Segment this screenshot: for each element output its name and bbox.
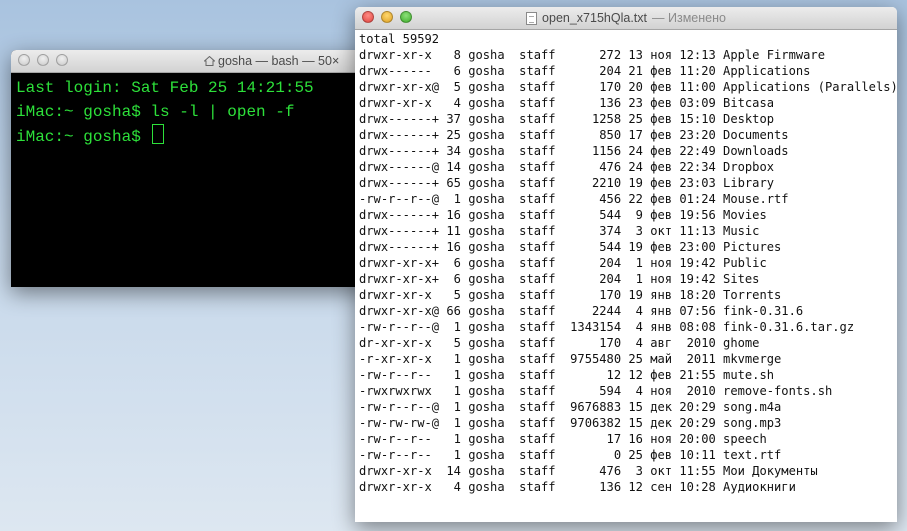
- listing-row: drwx------+ 11 gosha staff 374 3 окт 11:…: [359, 224, 760, 238]
- terminal-line-prompt: iMac:~ gosha$: [16, 124, 366, 149]
- listing-row: drwxr-xr-x 8 gosha staff 272 13 ноя 12:1…: [359, 48, 825, 62]
- listing-row: -rw-rw-rw-@ 1 gosha staff 9706382 15 дек…: [359, 416, 782, 430]
- close-icon[interactable]: [362, 11, 374, 23]
- document-text-area[interactable]: total 59592 drwxr-xr-x 8 gosha staff 272 …: [355, 30, 897, 496]
- listing-row: drwx------ 6 gosha staff 204 21 фев 11:2…: [359, 64, 811, 78]
- listing-row: -rw-r--r--@ 1 gosha staff 1343154 4 янв …: [359, 320, 855, 334]
- document-edited-status: — Изменено: [652, 11, 726, 25]
- listing-row: drwx------+ 37 gosha staff 1258 25 фев 1…: [359, 112, 775, 126]
- listing-row: drwxr-xr-x 4 gosha staff 136 12 сен 10:2…: [359, 480, 796, 494]
- terminal-window-controls: [18, 54, 68, 66]
- terminal-line-login: Last login: Sat Feb 25 14:21:55: [16, 79, 314, 97]
- listing-total: total 59592: [359, 32, 440, 46]
- terminal-titlebar[interactable]: gosha — bash — 50×: [11, 50, 371, 73]
- zoom-icon[interactable]: [400, 11, 412, 23]
- listing-row: drwxr-xr-x 14 gosha staff 476 3 окт 11:5…: [359, 464, 818, 478]
- terminal-line-command: iMac:~ gosha$ ls -l | open -f: [16, 103, 295, 121]
- listing-row: drwx------+ 65 gosha staff 2210 19 фев 2…: [359, 176, 775, 190]
- textedit-window-controls: [362, 11, 412, 23]
- listing-row: -rw-r--r--@ 1 gosha staff 9676883 15 дек…: [359, 400, 782, 414]
- listing-row: drwxr-xr-x@ 66 gosha staff 2244 4 янв 07…: [359, 304, 804, 318]
- listing-row: dr-xr-xr-x 5 gosha staff 170 4 авг 2010 …: [359, 336, 760, 350]
- terminal-prompt: iMac:~ gosha$: [16, 128, 151, 146]
- listing-row: drwx------@ 14 gosha staff 476 24 фев 22…: [359, 160, 775, 174]
- listing-row: -rw-r--r-- 1 gosha staff 17 16 ноя 20:00…: [359, 432, 767, 446]
- listing-row: -rwxrwxrwx 1 gosha staff 594 4 ноя 2010 …: [359, 384, 833, 398]
- listing-rows: drwxr-xr-x 8 gosha staff 272 13 ноя 12:1…: [359, 47, 897, 495]
- listing-row: -rw-r--r--@ 1 gosha staff 456 22 фев 01:…: [359, 192, 789, 206]
- home-icon: [204, 56, 215, 66]
- textedit-title: open_x715hQla.txt — Изменено: [526, 7, 726, 29]
- zoom-icon[interactable]: [56, 54, 68, 66]
- terminal-cursor: [152, 124, 165, 144]
- listing-row: -rw-r--r-- 1 gosha staff 0 25 фев 10:11 …: [359, 448, 782, 462]
- terminal-title: gosha — bash — 50×: [204, 50, 339, 72]
- listing-row: drwxr-xr-x 4 gosha staff 136 23 фев 03:0…: [359, 96, 775, 110]
- minimize-icon[interactable]: [37, 54, 49, 66]
- terminal-title-text: gosha — bash — 50×: [218, 54, 340, 68]
- listing-row: drwx------+ 34 gosha staff 1156 24 фев 2…: [359, 144, 789, 158]
- listing-row: drwxr-xr-x+ 6 gosha staff 204 1 ноя 19:4…: [359, 256, 767, 270]
- terminal-output[interactable]: Last login: Sat Feb 25 14:21:55 iMac:~ go…: [11, 73, 371, 152]
- listing-row: drwxr-xr-x@ 5 gosha staff 170 20 фев 11:…: [359, 80, 897, 94]
- listing-row: drwxr-xr-x+ 6 gosha staff 204 1 ноя 19:4…: [359, 272, 760, 286]
- listing-row: drwx------+ 25 gosha staff 850 17 фев 23…: [359, 128, 789, 142]
- textedit-titlebar[interactable]: open_x715hQla.txt — Изменено: [355, 7, 897, 30]
- listing-row: -rw-r--r-- 1 gosha staff 12 12 фев 21:55…: [359, 368, 775, 382]
- listing-row: drwxr-xr-x 5 gosha staff 170 19 янв 18:2…: [359, 288, 782, 302]
- document-filename: open_x715hQla.txt: [542, 11, 647, 25]
- listing-row: drwx------+ 16 gosha staff 544 9 фев 19:…: [359, 208, 767, 222]
- minimize-icon[interactable]: [381, 11, 393, 23]
- document-icon[interactable]: [526, 11, 538, 25]
- textedit-window[interactable]: open_x715hQla.txt — Изменено total 59592…: [355, 7, 897, 522]
- listing-row: -r-xr-xr-x 1 gosha staff 9755480 25 май …: [359, 352, 782, 366]
- listing-row: drwx------+ 16 gosha staff 544 19 фев 23…: [359, 240, 782, 254]
- close-icon[interactable]: [18, 54, 30, 66]
- terminal-window[interactable]: gosha — bash — 50× Last login: Sat Feb 2…: [11, 50, 371, 287]
